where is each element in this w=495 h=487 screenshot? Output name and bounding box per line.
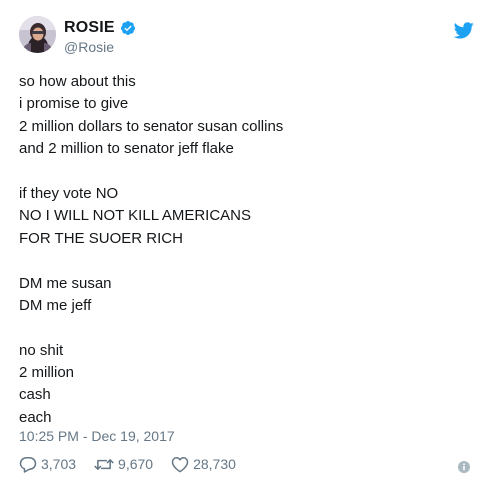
display-name[interactable]: ROSIE: [64, 19, 115, 37]
tweet-line: and 2 million to senator jeff flake: [19, 140, 234, 158]
author-handle[interactable]: @Rosie: [64, 39, 114, 55]
tweet-line: if they vote NO: [19, 184, 119, 202]
like-count: 28,730: [193, 456, 236, 472]
tweet-actions: 3,703 9,670 28,730: [19, 455, 254, 473]
tweet-line: FOR THE SUOER RICH: [19, 229, 183, 247]
twitter-bird-icon[interactable]: [453, 22, 474, 39]
tweet-line: DM me susan: [19, 274, 112, 292]
reply-count: 3,703: [41, 456, 77, 472]
retweet-count: 9,670: [118, 456, 154, 472]
like-button[interactable]: 28,730: [171, 456, 236, 473]
tweet-line: NO I WILL NOT KILL AMERICANS: [19, 207, 252, 225]
reply-button[interactable]: 3,703: [19, 456, 76, 473]
tweet-line: cash: [19, 386, 51, 404]
tweet-line: so how about this: [19, 73, 136, 90]
tweet-timestamp[interactable]: 10:25 PM - Dec 19, 2017: [19, 428, 175, 444]
heart-icon: [171, 456, 189, 472]
tweet-line: 2 million dollars to senator susan colli…: [19, 117, 284, 135]
avatar-image: [19, 16, 56, 53]
retweet-button[interactable]: 9,670: [94, 456, 153, 473]
verified-badge-icon: [120, 20, 136, 36]
info-icon[interactable]: [458, 460, 470, 473]
tweet-line: 2 million: [19, 364, 75, 382]
retweet-icon: [94, 458, 114, 470]
tweet-line: each: [19, 408, 52, 426]
tweet-card: ROSIE @Rosie so how about this i promise…: [0, 0, 495, 487]
author-name-row[interactable]: ROSIE: [64, 19, 136, 37]
tweet-line: no shit: [19, 341, 64, 359]
tweet-line: DM me jeff: [19, 296, 92, 314]
tweet-text: so how about this i promise to give 2 mi…: [19, 71, 479, 429]
tweet-line: i promise to give: [19, 95, 129, 113]
reply-icon: [19, 456, 37, 473]
avatar[interactable]: [19, 16, 56, 53]
